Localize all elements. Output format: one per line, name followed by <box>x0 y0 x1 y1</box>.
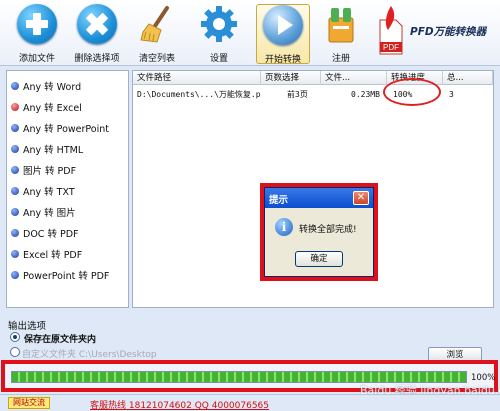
list-item[interactable]: Any 转 Word <box>11 77 81 95</box>
list-item-label: Any 转 HTML <box>23 145 84 156</box>
register-label: 注册 <box>331 54 350 64</box>
progress-highlight-oval <box>383 78 441 106</box>
brand-name: PFD万能转换器 <box>410 26 487 38</box>
bullet-icon <box>11 82 19 90</box>
option-save-original-label: 保存在原文件夹内 <box>24 335 97 345</box>
list-item[interactable]: DOC 转 PDF <box>11 224 78 242</box>
list-item[interactable]: Any 转 PowerPoint <box>11 119 109 137</box>
bullet-icon <box>11 187 19 195</box>
bullet-icon <box>11 145 19 153</box>
table-header: 文件路径 页数选择 文件... 转换进度 总... <box>133 71 493 85</box>
pdf-logo: PDF <box>376 4 406 58</box>
list-item-label: Any 转 TXT <box>23 187 75 198</box>
radio-custom-folder[interactable] <box>10 347 20 357</box>
delete-x-icon <box>77 4 117 44</box>
play-icon <box>263 5 303 45</box>
list-item-label: Any 转 Word <box>23 82 82 93</box>
cell-total: 3 <box>449 90 454 99</box>
dialog-message: 转换全部完成! <box>299 225 357 235</box>
completion-dialog: 提示 ✕ i 转换全部完成! 确定 <box>264 187 374 277</box>
ok-button[interactable]: 确定 <box>295 251 343 267</box>
delete-selected-label: 删除选择项 <box>74 54 120 64</box>
dialog-title: 提示 <box>269 195 289 206</box>
register-icon <box>321 4 361 44</box>
list-item[interactable]: PowerPoint 转 PDF <box>11 266 109 284</box>
list-item-label: PowerPoint 转 PDF <box>23 271 110 282</box>
cell-pages: 前3页 <box>287 90 308 99</box>
bullet-icon <box>11 166 19 174</box>
add-files-button[interactable]: 添加文件 <box>10 4 64 64</box>
col-header-pages[interactable]: 页数选择 <box>261 71 321 85</box>
list-item[interactable]: Any 转 图片 <box>11 203 76 221</box>
col-header-size[interactable]: 文件... <box>321 71 387 85</box>
col-header-total[interactable]: 总... <box>443 71 493 85</box>
list-item-label: DOC 转 PDF <box>23 229 79 240</box>
toolbar: 添加文件 删除选择项 清空列表 设置 开始转换 注册 PDF PFD万能转换器 <box>0 0 500 66</box>
start-convert-button[interactable]: 开始转换 <box>256 4 310 65</box>
community-link[interactable]: 网站交流 <box>8 397 50 409</box>
delete-selected-button[interactable]: 删除选择项 <box>66 4 128 64</box>
col-header-path[interactable]: 文件路径 <box>133 71 261 85</box>
info-icon: i <box>275 218 293 236</box>
settings-label: 设置 <box>209 54 228 64</box>
start-convert-label: 开始转换 <box>264 55 301 65</box>
list-item[interactable]: 图片 转 PDF <box>11 161 76 179</box>
radio-save-original[interactable] <box>10 332 20 342</box>
bullet-icon <box>11 229 19 237</box>
bullet-icon <box>11 103 19 111</box>
gear-icon <box>199 4 239 44</box>
list-item[interactable]: Any 转 TXT <box>11 182 75 200</box>
progress-fill <box>12 372 466 382</box>
add-files-label: 添加文件 <box>18 54 55 64</box>
settings-button[interactable]: 设置 <box>192 4 246 64</box>
close-icon[interactable]: ✕ <box>353 191 369 205</box>
cell-path: D:\Documents\...\万能恢复.pdf <box>137 90 261 99</box>
list-item-label: Excel 转 PDF <box>23 250 83 261</box>
pdf-logo-text: PDF <box>383 43 399 52</box>
output-options-label: 输出选项 <box>8 321 47 332</box>
app-window: 添加文件 删除选择项 清空列表 设置 开始转换 注册 PDF PFD万能转换器 … <box>0 0 500 411</box>
clear-list-label: 清空列表 <box>138 54 175 64</box>
plus-icon <box>17 4 57 44</box>
list-item-label: Any 转 PowerPoint <box>23 124 109 135</box>
bullet-icon <box>11 124 19 132</box>
conversion-type-list: Any 转 Word Any 转 Excel Any 转 PowerPoint … <box>6 70 129 308</box>
option-custom-folder-label: 自定义文件夹 C:\Users\Desktop <box>22 350 157 360</box>
status-bar: 网站交流 客服热线 18121074602 QQ 4000076565 <box>0 394 500 411</box>
list-item-label: Any 转 Excel <box>23 103 82 114</box>
broom-icon <box>137 4 177 44</box>
bullet-icon <box>11 208 19 216</box>
clear-list-button[interactable]: 清空列表 <box>130 4 184 64</box>
dialog-titlebar: 提示 ✕ <box>265 188 373 208</box>
list-item[interactable]: Any 转 HTML <box>11 140 83 158</box>
register-button[interactable]: 注册 <box>314 4 368 64</box>
list-item[interactable]: Excel 转 PDF <box>11 245 82 263</box>
support-contact[interactable]: 客服热线 18121074602 QQ 4000076565 <box>90 398 269 411</box>
bullet-icon <box>11 271 19 279</box>
list-item[interactable]: Any 转 Excel <box>11 98 82 116</box>
list-item-label: Any 转 图片 <box>23 208 76 219</box>
bullet-icon <box>11 250 19 258</box>
list-item-label: 图片 转 PDF <box>23 166 77 177</box>
